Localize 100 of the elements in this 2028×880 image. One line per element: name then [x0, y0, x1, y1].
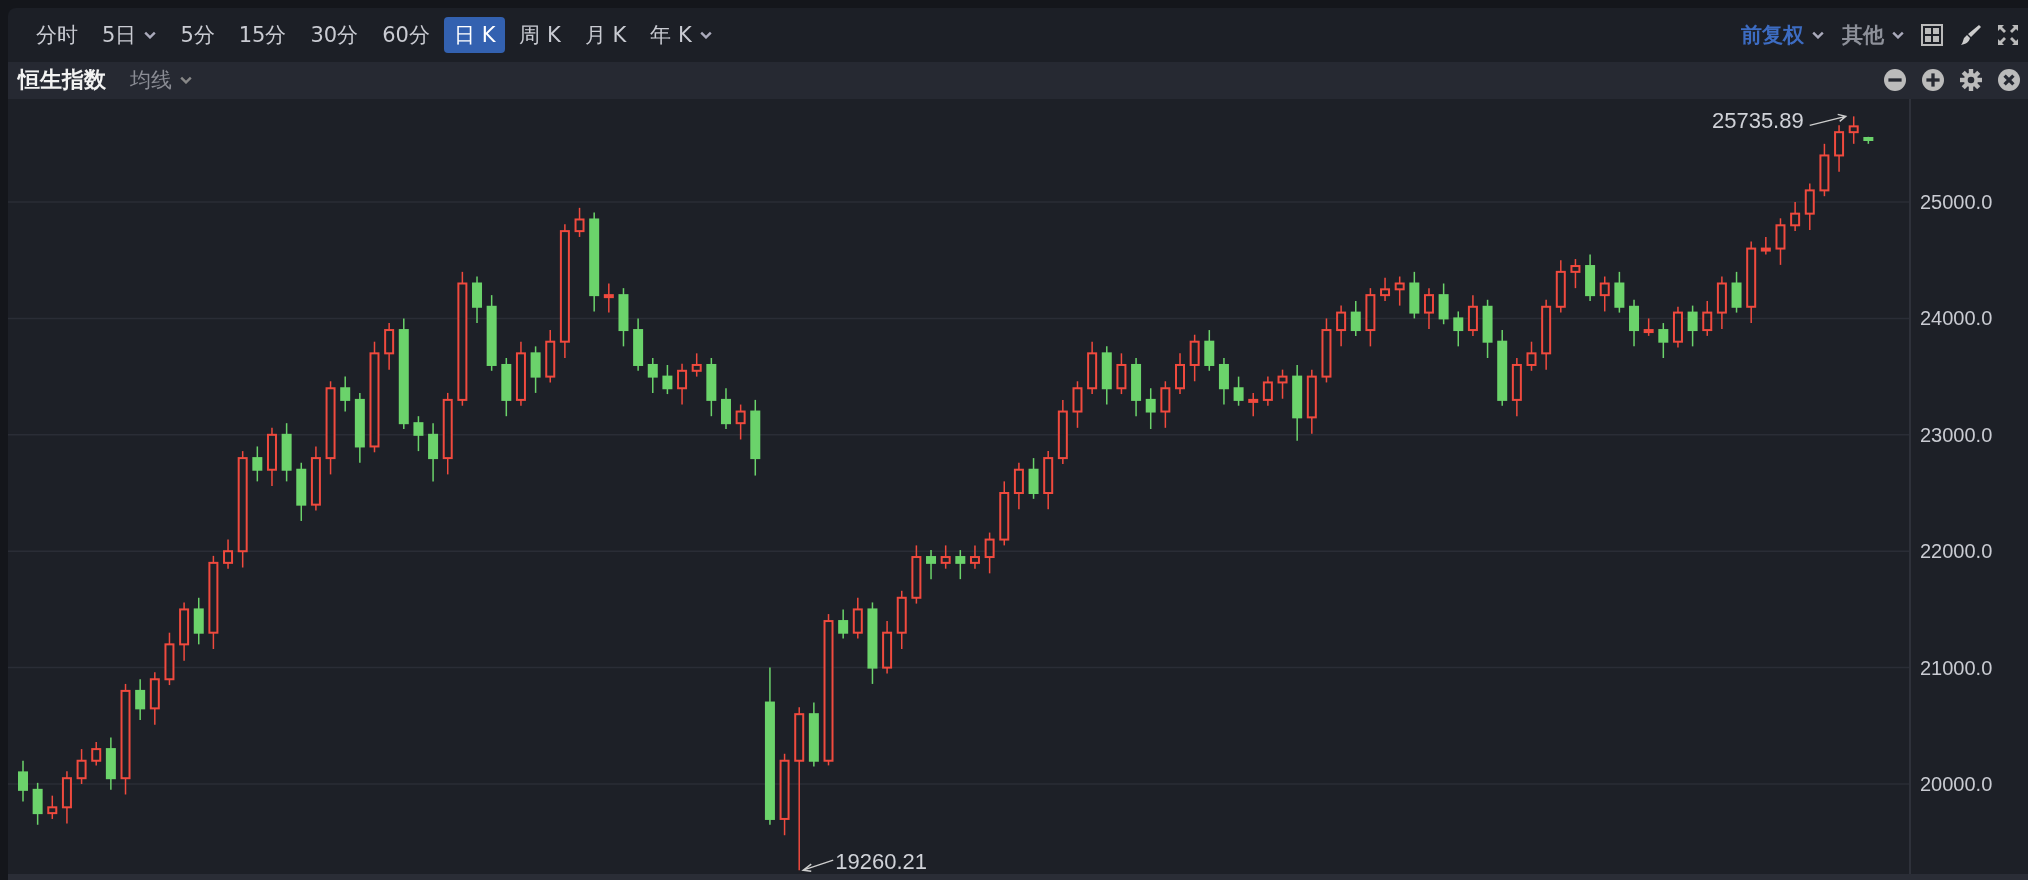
candle: [32, 782, 43, 826]
y-axis-label: 21000.0: [1920, 656, 1993, 679]
candle: [838, 608, 849, 640]
candle: [735, 403, 746, 441]
candle: [1409, 271, 1420, 320]
zoom-out-icon[interactable]: [1884, 69, 1906, 92]
period-tab[interactable]: 5日: [92, 16, 167, 53]
candle: [1233, 375, 1244, 407]
candle: [633, 317, 644, 372]
candle: [61, 770, 72, 825]
candle: [999, 480, 1010, 547]
candle: [1248, 392, 1259, 417]
settings-icon[interactable]: [1960, 69, 1982, 92]
candle: [808, 701, 819, 768]
candle: [1204, 329, 1215, 372]
candle: [384, 322, 395, 371]
candle: [1087, 340, 1098, 395]
period-tab[interactable]: 60分: [372, 16, 440, 53]
index-title: 恒生指数: [18, 66, 106, 95]
candle: [1277, 368, 1288, 400]
candle: [91, 741, 102, 767]
candle: [1072, 380, 1083, 429]
y-axis-label: 24000.0: [1920, 307, 1993, 330]
candle: [501, 357, 512, 417]
candle: [1658, 322, 1669, 359]
chevron-down-icon: [180, 76, 192, 85]
candle: [969, 544, 980, 570]
candle: [164, 631, 175, 686]
candle: [647, 357, 658, 394]
y-axis-label: 25000.0: [1920, 191, 1993, 213]
y-axis-label: 23000.0: [1920, 423, 1993, 446]
candle: [1306, 368, 1317, 435]
candle: [1218, 357, 1229, 406]
candle: [413, 415, 424, 452]
y-axis-label: 20000.0: [1920, 773, 1993, 795]
candle: [296, 462, 307, 522]
candle: [574, 207, 585, 238]
candle: [1819, 143, 1830, 197]
candle: [1131, 357, 1142, 417]
candle: [1365, 287, 1376, 348]
candle: [545, 329, 556, 384]
candle: [18, 760, 28, 803]
low-price-label: 19260.21: [835, 849, 927, 874]
other-dropdown[interactable]: 其他: [1840, 18, 1906, 51]
candle: [1848, 115, 1859, 145]
candle: [618, 287, 629, 348]
fullscreen-icon[interactable]: [1996, 22, 2020, 47]
period-tab[interactable]: 月 K: [574, 16, 637, 53]
zoom-in-icon[interactable]: [1922, 69, 1944, 92]
candle: [1321, 317, 1332, 384]
candle: [281, 422, 292, 483]
candle: [706, 357, 717, 417]
candle: [896, 590, 907, 650]
candle: [940, 544, 951, 570]
candle: [1790, 201, 1801, 232]
period-tab[interactable]: 日 K: [443, 16, 506, 53]
candle: [1716, 275, 1727, 330]
brush-icon[interactable]: [1958, 22, 1982, 47]
candle: [472, 275, 482, 324]
period-tab[interactable]: 30分: [300, 16, 369, 53]
candle: [926, 549, 937, 580]
candle: [1380, 276, 1391, 302]
candle: [911, 544, 922, 605]
period-tab[interactable]: 年 K: [640, 16, 722, 53]
candle: [1262, 375, 1273, 407]
period-tab[interactable]: 15分: [228, 16, 297, 53]
candle: [1175, 352, 1185, 395]
candle: [354, 392, 365, 464]
candle: [984, 531, 995, 575]
arrow-icon: [801, 859, 834, 872]
candle: [1145, 387, 1156, 430]
candle: [310, 445, 321, 512]
candle: [252, 445, 263, 483]
candle: [721, 387, 731, 430]
indicator-dropdown[interactable]: 均线: [130, 66, 192, 95]
candle: [1643, 317, 1654, 337]
candle: [179, 601, 190, 662]
candle: [1760, 236, 1771, 256]
candle: [677, 363, 688, 406]
candle: [1189, 333, 1200, 382]
candle: [691, 352, 702, 378]
candle: [1467, 294, 1478, 337]
period-tab[interactable]: 周 K: [509, 16, 571, 53]
period-tab[interactable]: 分时: [26, 16, 88, 53]
close-icon[interactable]: [1998, 69, 2020, 92]
period-tab[interactable]: 5分: [170, 16, 225, 53]
chevron-down-icon: [1812, 30, 1824, 39]
candle: [1555, 259, 1566, 314]
layout-grid-icon[interactable]: [1920, 22, 1944, 47]
candle: [1804, 182, 1815, 231]
candle: [1482, 299, 1493, 359]
candle: [1350, 300, 1361, 337]
candle: [267, 427, 277, 487]
arrow-icon: [1808, 113, 1848, 127]
candle: [1057, 399, 1068, 465]
y-axis-label: 22000.0: [1920, 540, 1993, 563]
candle: [1028, 457, 1039, 500]
candle: [1629, 299, 1639, 348]
candle: [1511, 357, 1522, 417]
candle: [1526, 340, 1537, 372]
